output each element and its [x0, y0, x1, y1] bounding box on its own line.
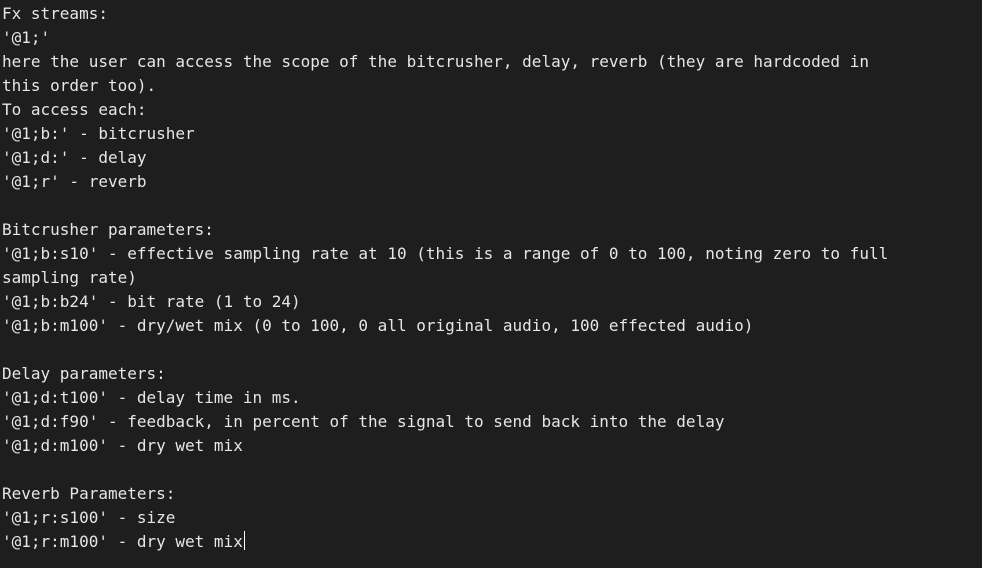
text-line: '@1;d:t100' - delay time in ms. — [2, 388, 301, 407]
text-line: Bitcrusher parameters: — [2, 220, 214, 239]
text-line: '@1;b:b24' - bit rate (1 to 24) — [2, 292, 301, 311]
text-line: '@1;b:m100' - dry/wet mix (0 to 100, 0 a… — [2, 316, 754, 335]
text-editor[interactable]: Fx streams: '@1;' here the user can acce… — [0, 0, 982, 568]
text-line: '@1;b:' - bitcrusher — [2, 124, 195, 143]
text-line: '@1;r:s100' - size — [2, 508, 176, 527]
text-line: Reverb Parameters: — [2, 484, 176, 503]
text-line: '@1;d:' - delay — [2, 148, 147, 167]
text-line: '@1;' — [2, 28, 51, 47]
text-line: sampling rate) — [2, 268, 137, 287]
text-line-content: '@1;r:m100' - dry wet mix — [2, 532, 243, 551]
text-line: Delay parameters: — [2, 364, 166, 383]
text-line: Fx streams: — [2, 4, 108, 23]
text-line: '@1;r' - reverb — [2, 172, 147, 191]
text-line-with-cursor: '@1;r:m100' - dry wet mix — [2, 530, 982, 554]
text-line: here the user can access the scope of th… — [2, 52, 869, 71]
text-line: this order too). — [2, 76, 157, 95]
text-line: '@1;b:s10' - effective sampling rate at … — [2, 244, 889, 263]
text-cursor — [243, 531, 245, 550]
text-line: '@1;d:f90' - feedback, in percent of the… — [2, 412, 725, 431]
text-line: To access each: — [2, 100, 147, 119]
text-line: '@1;d:m100' - dry wet mix — [2, 436, 243, 455]
